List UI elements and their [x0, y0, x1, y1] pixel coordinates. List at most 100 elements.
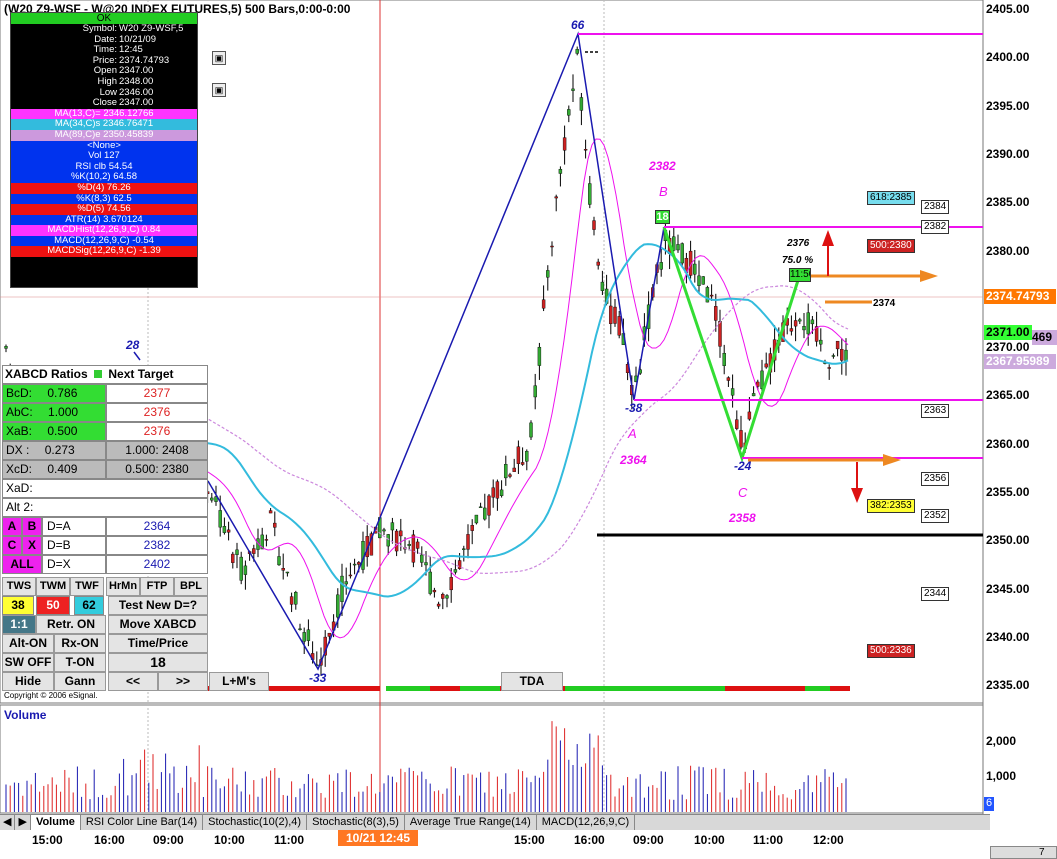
candle-body	[441, 593, 445, 599]
candle-body	[483, 507, 487, 520]
sw-off-button[interactable]: SW OFF	[2, 653, 54, 672]
candle-body	[541, 299, 546, 309]
count-18-button[interactable]: 18	[108, 653, 208, 672]
time-tick: 12:00	[813, 833, 844, 847]
strip-segment	[430, 686, 460, 691]
move-xabcd-button[interactable]: Move XABCD	[108, 615, 208, 634]
candle-body	[302, 632, 306, 642]
one-to-one-button[interactable]: 1:1	[2, 615, 36, 634]
ratio-value: 0.273	[44, 443, 75, 457]
candle-body	[592, 220, 596, 230]
tab-macd[interactable]: MACD(12,26,9,C)	[537, 815, 636, 830]
ratio-value: 0.786	[47, 386, 78, 400]
volume-tick-1000: 1,000	[986, 769, 1017, 783]
b-badge: 18	[655, 210, 670, 224]
lm-button[interactable]: L+M's	[209, 672, 269, 691]
a-letter: A	[628, 426, 637, 441]
price-tick: 2350.00	[986, 533, 1030, 548]
indicator-band: %D(4) 76.26	[11, 182, 197, 194]
candle-body	[529, 422, 533, 438]
candle-body	[718, 321, 722, 347]
prev-button[interactable]: <<	[108, 672, 158, 691]
tw-value-62[interactable]: 62	[74, 596, 104, 615]
ratio-cell[interactable]: XaB: 0.500	[2, 422, 106, 441]
tda-button[interactable]: TDA	[501, 672, 563, 691]
ratio-cell[interactable]: DX : 0.273	[2, 441, 106, 460]
tab-atr[interactable]: Average True Range(14)	[405, 815, 537, 830]
candle-body	[525, 450, 529, 462]
ratio-label: AbC:	[6, 405, 33, 419]
d-price-label: 2376	[787, 238, 810, 249]
candle-body	[352, 563, 357, 566]
d-selector-button[interactable]: X	[22, 536, 42, 555]
tw-value-38[interactable]: 38	[2, 596, 34, 615]
pattern-blue-leg	[207, 31, 665, 671]
ratio-cell[interactable]: XcD: 0.409	[2, 460, 106, 479]
price-tick: 2370.00	[986, 340, 1030, 355]
d-selector-button[interactable]: C	[2, 536, 22, 555]
level-box-2363: 2363	[921, 404, 950, 418]
candle-body	[231, 553, 235, 563]
tab-volume[interactable]: Volume	[30, 815, 81, 830]
candle-body	[340, 575, 344, 602]
moving-averages	[199, 138, 849, 639]
timewindow-button[interactable]: TWS	[2, 577, 36, 596]
price-tick: 2355.00	[986, 485, 1030, 499]
test-new-d-button[interactable]: Test New D=?	[108, 596, 208, 615]
candle-body	[512, 467, 516, 472]
lock-icon[interactable]: ▣	[212, 83, 226, 97]
candle-body	[659, 262, 663, 270]
tw-value-50[interactable]: 50	[36, 596, 70, 615]
data-window[interactable]: OK Symbol: W20 Z9-WSF,5 Date: 10/21/09 Time:…	[10, 12, 198, 288]
scroll-left-icon[interactable]: ◀	[0, 815, 16, 830]
timewindow-button[interactable]: TWM	[36, 577, 70, 596]
candle-body	[571, 88, 575, 91]
d-target-value: 2364	[106, 517, 208, 536]
candle-body	[609, 305, 613, 324]
next-button[interactable]: >>	[158, 672, 208, 691]
timewindow-button[interactable]: FTP	[140, 577, 174, 596]
tab-stochastic-10[interactable]: Stochastic(10(2),4)	[203, 815, 308, 830]
candle-body	[735, 419, 739, 429]
candle-body	[596, 261, 600, 266]
indicator-tabs[interactable]: ◀ ▶ Volume RSI Color Line Bar(14) Stocha…	[0, 814, 990, 830]
d-selector-button[interactable]: A	[2, 517, 22, 536]
tab-stochastic-8[interactable]: Stochastic(8(3),5)	[307, 815, 405, 830]
hide-button[interactable]: Hide	[2, 672, 54, 691]
scroll-right-icon[interactable]: ▶	[15, 815, 31, 830]
retr-on-button[interactable]: Retr. ON	[36, 615, 106, 634]
price-tick: 2400.00	[986, 50, 1030, 65]
orange-arrow-head	[883, 454, 901, 466]
time-tick: 09:00	[633, 833, 664, 847]
candle-body	[218, 510, 222, 528]
timewindow-button[interactable]: TWF	[70, 577, 104, 596]
candle-body	[499, 489, 504, 496]
candle-body	[235, 549, 239, 555]
rx-on-button[interactable]: Rx-ON	[54, 634, 106, 653]
candle-body	[520, 462, 525, 465]
ma89-price-tag: 2367.95989	[984, 354, 1056, 369]
lock-icon[interactable]: ▣	[212, 51, 226, 65]
b-price-label: 2382	[649, 159, 676, 173]
time-price-button[interactable]: Time/Price	[108, 634, 208, 653]
ratio-target: 2376	[106, 422, 208, 441]
d-selector-button[interactable]: B	[22, 517, 42, 536]
d-selector-button[interactable]: ALL	[2, 555, 42, 574]
status-box: 7	[990, 846, 1057, 859]
volume-tick-2000: 2,000	[986, 734, 1017, 748]
ratio-cell[interactable]: BcD: 0.786	[2, 384, 106, 403]
timewindow-button[interactable]: HrMn	[106, 577, 140, 596]
candle-body	[516, 446, 521, 464]
xabcd-panel[interactable]: XABCD Ratios Next Target BcD: 0.786 2377 A…	[2, 365, 208, 691]
timewindow-button[interactable]: BPL	[174, 577, 208, 596]
copyright: Copyright © 2006 eSignal.	[4, 691, 98, 700]
t-on-button[interactable]: T-ON	[54, 653, 106, 672]
data-window-value: 2348.00	[119, 75, 154, 87]
ratio-cell[interactable]: AbC: 1.000	[2, 403, 106, 422]
alt-on-button[interactable]: Alt-ON	[2, 634, 54, 653]
tab-rsi[interactable]: RSI Color Line Bar(14)	[81, 815, 204, 830]
strip-segment	[725, 686, 805, 691]
ma13-price-tag: 2371.00	[984, 325, 1032, 340]
gann-button[interactable]: Gann	[54, 672, 106, 691]
candle-body	[470, 525, 474, 531]
